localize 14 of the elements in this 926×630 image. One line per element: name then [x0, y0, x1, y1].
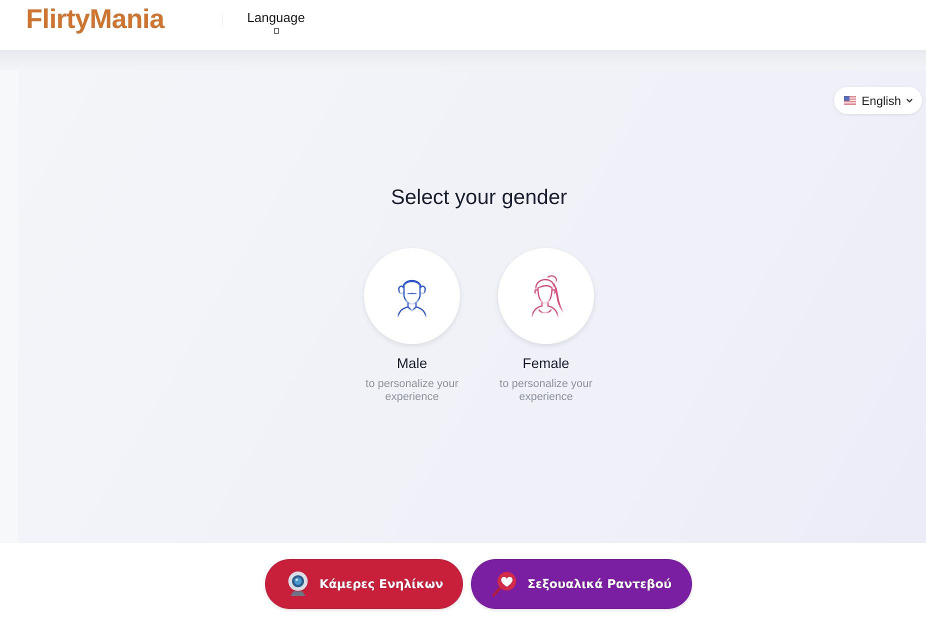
page-title: Select your gender: [390, 186, 568, 210]
heart-magnifier-icon: [492, 571, 518, 597]
option-description: to personalize your experience: [498, 378, 594, 404]
option-description: to personalize your experience: [364, 378, 460, 404]
option-label: Female: [522, 355, 570, 372]
language-menu-link[interactable]: Language: [247, 10, 305, 34]
language-dropdown[interactable]: English: [834, 87, 922, 114]
flag-icon: [844, 96, 856, 105]
chevron-down-icon: [906, 98, 913, 103]
webcam-icon: [286, 571, 310, 597]
option-label: Male: [396, 355, 428, 372]
promo-button[interactable]: Κάμερες Ενηλίκων: [265, 559, 464, 609]
small-square-icon: [274, 28, 279, 34]
promo-button[interactable]: Σεξουαλικά Ραντεβού: [471, 559, 692, 609]
